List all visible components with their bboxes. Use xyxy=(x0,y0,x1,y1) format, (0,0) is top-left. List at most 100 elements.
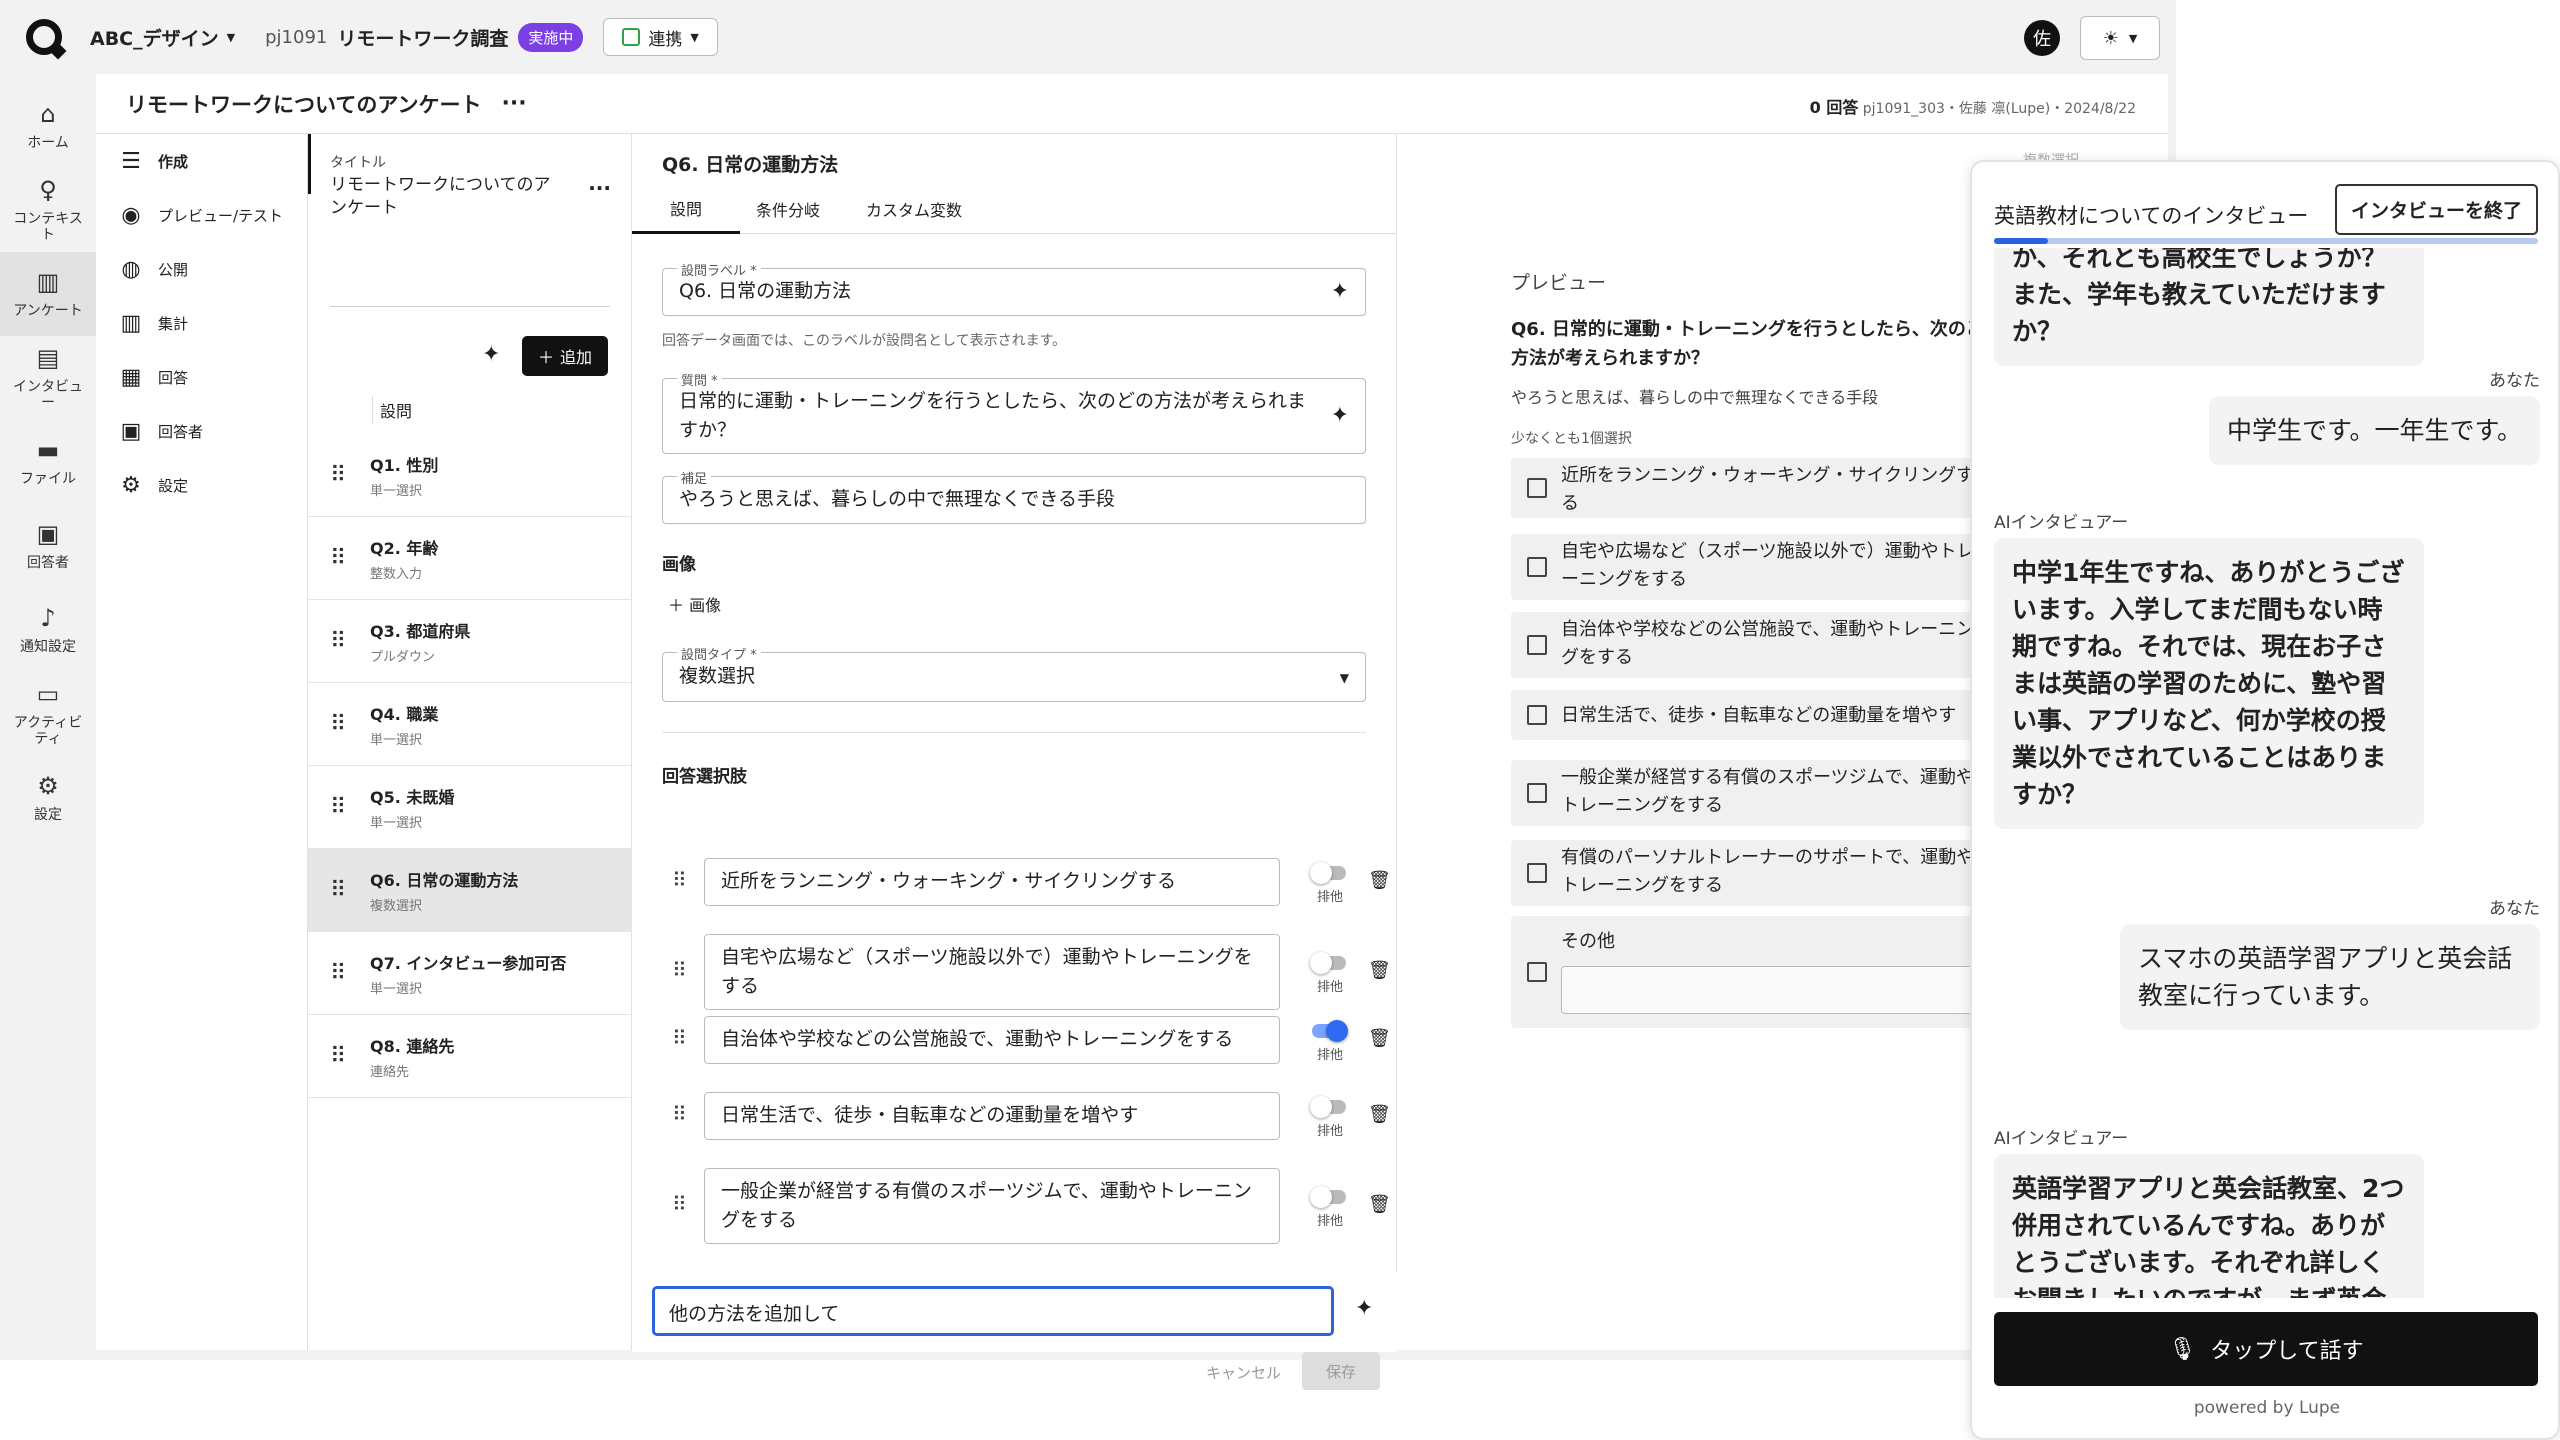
tab-branching[interactable]: 条件分岐 xyxy=(756,184,820,234)
more-icon[interactable]: ··· xyxy=(588,176,611,200)
question-list-item[interactable]: ⠿ Q6. 日常の運動方法 複数選択 xyxy=(308,849,632,932)
nav-item-2[interactable]: ▥ アンケート xyxy=(0,252,96,336)
question-type-select[interactable]: 設問タイプ * 複数選択 ▼ xyxy=(662,644,1366,702)
nav-item-1[interactable]: ♀ コンテキスト xyxy=(0,168,96,252)
save-button[interactable]: 保存 xyxy=(1302,1352,1380,1390)
ai-message: 英語学習アプリと英会話教室、2つ併用されているんですね。ありがとうございます。そ… xyxy=(1994,1154,2424,1298)
more-icon[interactable]: ··· xyxy=(502,91,527,116)
drag-handle-icon[interactable]: ⠿ xyxy=(330,546,370,571)
question-list-item[interactable]: ⠿ Q8. 連絡先 連絡先 xyxy=(308,1015,632,1098)
choice-text-field[interactable]: 一般企業が経営する有償のスポーツジムで、運動やトレーニングをする xyxy=(704,1168,1280,1244)
drag-handle-icon[interactable]: ⠿ xyxy=(672,958,687,982)
checkbox[interactable] xyxy=(1527,635,1547,655)
exclusive-toggle[interactable] xyxy=(1312,1020,1348,1042)
choice-text-field[interactable]: 日常生活で、徒歩・自転車などの運動量を増やす xyxy=(704,1092,1280,1140)
chevron-down-icon[interactable]: ▼ xyxy=(227,31,235,44)
drag-handle-icon[interactable]: ⠿ xyxy=(330,629,370,654)
preview-option[interactable]: 近所をランニング・ウォーキング・サイクリングする xyxy=(1511,458,1991,518)
subnav-item-5[interactable]: ▣ 回答者 xyxy=(96,404,307,458)
nav-item-7[interactable]: ▭ アクティビティ xyxy=(0,672,96,756)
subnav-item-3[interactable]: ▥ 集計 xyxy=(96,296,307,350)
nav-item-4[interactable]: ▬ ファイル xyxy=(0,420,96,504)
trash-icon[interactable]: 🗑 xyxy=(1368,870,1391,891)
subnav-item-4[interactable]: ▦ 回答 xyxy=(96,350,307,404)
app-logo-icon[interactable] xyxy=(26,19,62,55)
chat-messages[interactable]: ですね。お子さまは中学生ですか、それとも高校生でしょうか？また、学年も教えていた… xyxy=(1972,248,2558,1298)
question-list-item[interactable]: ⠿ Q3. 都道府県 プルダウン xyxy=(308,600,632,683)
choice-text-field[interactable]: 自治体や学校などの公営施設で、運動やトレーニングをする xyxy=(704,1016,1280,1064)
question-text-field[interactable]: 質問 * 日常的に運動・トレーニングを行うとしたら、次のどの方法が考えられますか… xyxy=(662,370,1366,454)
nav-item-3[interactable]: ▤ インタビュー xyxy=(0,336,96,420)
drag-handle-icon[interactable]: ⠿ xyxy=(330,795,370,820)
drag-handle-icon[interactable]: ⠿ xyxy=(672,1026,687,1050)
ai-sparkle-icon[interactable]: ✦ xyxy=(1331,279,1349,304)
drag-handle-icon[interactable]: ⠿ xyxy=(330,463,370,488)
drag-handle-icon[interactable]: ⠿ xyxy=(330,1044,370,1069)
subnav-item-0[interactable]: ☰ 作成 xyxy=(96,134,307,188)
question-list-item[interactable]: ⠿ Q5. 未既婚 単一選択 xyxy=(308,766,632,849)
trash-icon[interactable]: 🗑 xyxy=(1368,1104,1391,1125)
question-list-item[interactable]: ⠿ Q7. インタビュー参加可否 単一選択 xyxy=(308,932,632,1015)
nav-item-8[interactable]: ⚙ 設定 xyxy=(0,756,96,840)
ai-sparkle-icon[interactable]: ✦ xyxy=(1355,1296,1373,1321)
exclusive-label: 排他 xyxy=(1317,1124,1344,1139)
integration-button[interactable]: 連携 ▼ xyxy=(603,18,718,56)
nav-item-0[interactable]: ⌂ ホーム xyxy=(0,84,96,168)
preview-option[interactable]: 日常生活で、徒歩・自転車などの運動量を増やす xyxy=(1511,690,1991,740)
preview-option[interactable]: 一般企業が経営する有償のスポーツジムで、運動やトレーニングをする xyxy=(1511,760,1991,826)
tap-to-talk-button[interactable]: 🎙 タップして話す xyxy=(1994,1312,2538,1386)
note-field[interactable]: 補足 やろうと思えば、暮らしの中で無理なくできる手段 xyxy=(662,468,1366,524)
drag-handle-icon[interactable]: ⠿ xyxy=(672,1192,687,1216)
preview-option-other[interactable]: その他 xyxy=(1511,916,1991,1028)
checkbox[interactable] xyxy=(1527,962,1547,982)
choice-text-field[interactable]: 自宅や広場など（スポーツ施設以外で）運動やトレーニングをする xyxy=(704,934,1280,1010)
question-list-item[interactable]: ⠿ Q1. 性別 単一選択 xyxy=(308,434,632,517)
chat-speaker-label: AIインタビュアー xyxy=(1994,1129,2129,1149)
trash-icon[interactable]: 🗑 xyxy=(1368,960,1391,981)
question-list-item[interactable]: ⠿ Q2. 年齢 整数入力 xyxy=(308,517,632,600)
question-list-item[interactable]: ⠿ Q4. 職業 単一選択 xyxy=(308,683,632,766)
org-switcher[interactable]: ABC_デザイン xyxy=(90,24,219,51)
checkbox[interactable] xyxy=(1527,478,1547,498)
subnav-item-6[interactable]: ⚙ 設定 xyxy=(96,458,307,512)
add-question-button[interactable]: ＋ 追加 xyxy=(522,336,608,376)
subnav-item-1[interactable]: ◉ プレビュー/テスト xyxy=(96,188,307,242)
preview-option[interactable]: 自治体や学校などの公営施設で、運動やトレーニングをする xyxy=(1511,612,1991,678)
drag-handle-icon[interactable]: ⠿ xyxy=(330,961,370,986)
preview-option[interactable]: 有償のパーソナルトレーナーのサポートで、運動やトレーニングをする xyxy=(1511,840,1991,906)
theme-toggle-button[interactable]: ☀ ▼ xyxy=(2080,16,2160,60)
end-interview-button[interactable]: インタビューを終了 xyxy=(2334,184,2538,235)
question-label-field[interactable]: 設問ラベル * Q6. 日常の運動方法 ✦ xyxy=(662,260,1366,316)
preview-min-note: 少なくとも1個選択 xyxy=(1511,431,1632,447)
cancel-button[interactable]: キャンセル xyxy=(1206,1362,1281,1383)
choice-text-field[interactable]: 近所をランニング・ウォーキング・サイクリングする xyxy=(704,858,1280,906)
tab-custom-variables[interactable]: カスタム変数 xyxy=(866,184,962,234)
avatar[interactable]: 佐 xyxy=(2024,20,2060,56)
exclusive-toggle[interactable] xyxy=(1310,1096,1346,1118)
checkbox[interactable] xyxy=(1527,705,1547,725)
tab-question[interactable]: 設問 xyxy=(632,184,740,234)
exclusive-toggle[interactable] xyxy=(1310,862,1346,884)
drag-handle-icon[interactable]: ⠿ xyxy=(672,868,687,892)
checkbox[interactable] xyxy=(1527,783,1547,803)
subnav-item-label: 回答 xyxy=(158,368,189,387)
drag-handle-icon[interactable]: ⠿ xyxy=(672,1102,687,1126)
add-image-button[interactable]: ＋ 画像 xyxy=(668,592,721,616)
exclusive-toggle[interactable] xyxy=(1310,1186,1346,1208)
ai-sparkle-icon[interactable]: ✦ xyxy=(1331,403,1349,428)
trash-icon[interactable]: 🗑 xyxy=(1368,1028,1391,1049)
nav-item-6[interactable]: ♪ 通知設定 xyxy=(0,588,96,672)
checkbox[interactable] xyxy=(1527,557,1547,577)
subnav-item-2[interactable]: ◍ 公開 xyxy=(96,242,307,296)
trash-icon[interactable]: 🗑 xyxy=(1368,1194,1391,1215)
ai-sparkle-icon[interactable]: ✦ xyxy=(482,342,500,367)
nav-item-5[interactable]: ▣ 回答者 xyxy=(0,504,96,588)
drag-handle-icon[interactable]: ⠿ xyxy=(330,878,370,903)
ai-instruction-input[interactable]: 他の方法を追加して xyxy=(652,1286,1334,1336)
drag-handle-icon[interactable]: ⠿ xyxy=(330,712,370,737)
survey-title-block[interactable]: タイトル リモートワークについてのアンケート xyxy=(330,152,610,220)
checkbox[interactable] xyxy=(1527,863,1547,883)
preview-option[interactable]: 自宅や広場など（スポーツ施設以外で）運動やトレーニングをする xyxy=(1511,534,1991,600)
other-text-input[interactable] xyxy=(1561,966,1981,1014)
exclusive-toggle[interactable] xyxy=(1310,952,1346,974)
